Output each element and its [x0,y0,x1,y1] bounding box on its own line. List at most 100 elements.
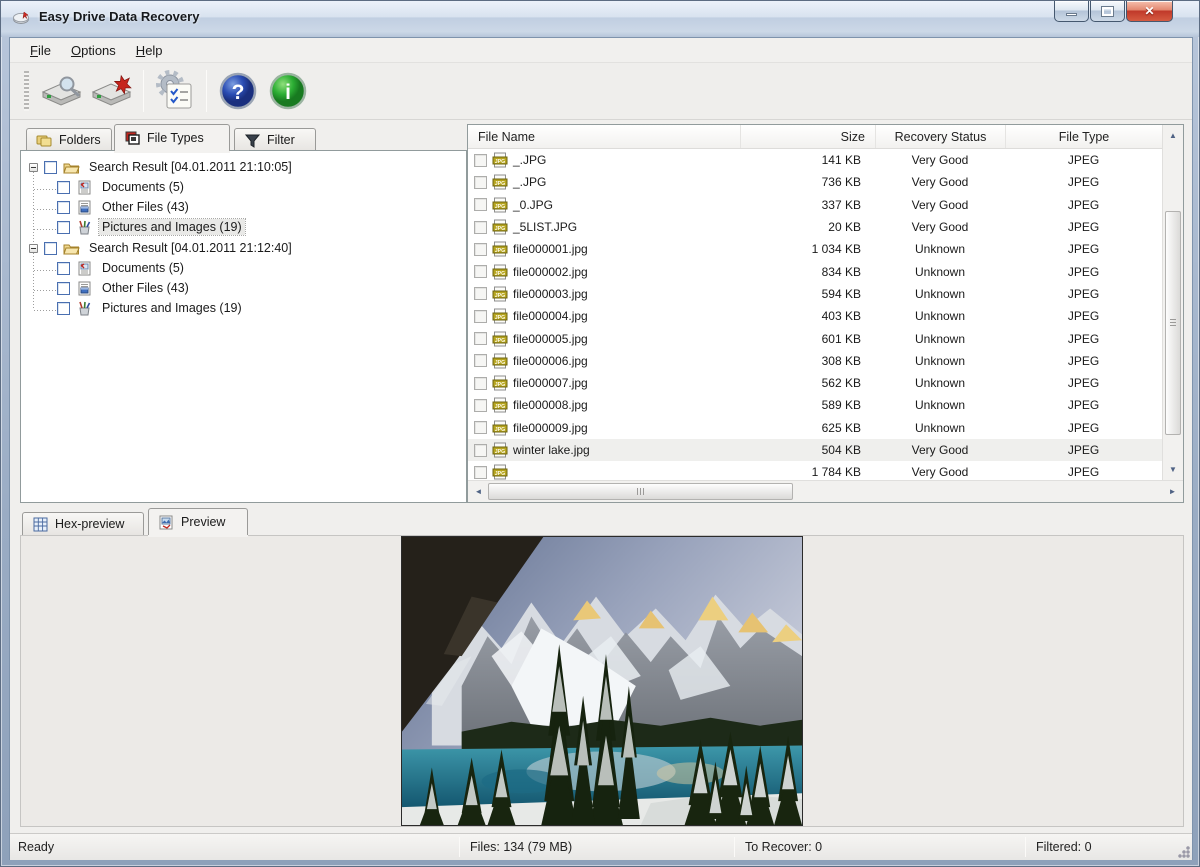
row-checkbox[interactable] [474,444,487,457]
table-row[interactable]: JPGfile000006.jpg308 KBUnknownJPEG [468,350,1162,372]
tab-hex-preview[interactable]: Hex-preview [22,512,144,535]
resize-grip[interactable] [1177,845,1190,858]
tree-connector [34,290,56,291]
row-checkbox[interactable] [474,377,487,390]
tree-node-pictures[interactable]: Pictures and Images (19) [57,298,245,318]
tree-checkbox[interactable] [44,161,57,174]
tree-checkbox[interactable] [57,181,70,194]
tree-node-search-result-1[interactable]: Search Result [04.01.2011 21:10:05] [29,157,295,177]
documents-icon [76,180,93,195]
scroll-up-icon[interactable]: ▲ [1163,127,1183,144]
tree-checkbox[interactable] [57,262,70,275]
column-header-file-name[interactable]: File Name [468,125,740,148]
minimize-button[interactable] [1054,1,1089,22]
file-list-rows: JPG_.JPG141 KBVery GoodJPEGJPG_.JPG736 K… [468,149,1162,480]
row-checkbox[interactable] [474,332,487,345]
recovery-settings-button[interactable] [150,67,200,115]
scroll-left-icon[interactable]: ◄ [470,481,487,502]
file-list-header: File Name Size Recovery Status File Type [468,125,1162,149]
table-row[interactable]: JPG_0.JPG337 KBVery GoodJPEG [468,194,1162,216]
file-size: 20 KB [740,220,875,234]
recover-files-button[interactable] [87,67,137,115]
file-type: JPEG [1005,265,1162,279]
row-checkbox[interactable] [474,354,487,367]
pictures-icon [76,301,93,316]
scroll-down-icon[interactable]: ▼ [1163,461,1183,478]
tree-checkbox[interactable] [57,302,70,315]
tree-checkbox[interactable] [57,282,70,295]
menu-options[interactable]: Options [61,40,126,61]
tree-node-documents[interactable]: Documents (5) [57,177,187,197]
table-row[interactable]: JPG_5LIST.JPG20 KBVery GoodJPEG [468,216,1162,238]
tab-file-types[interactable]: File Types [114,124,230,151]
table-row[interactable]: JPGfile000008.jpg589 KBUnknownJPEG [468,394,1162,416]
tree-checkbox[interactable] [57,221,70,234]
row-checkbox[interactable] [474,399,487,412]
tree-node-pictures[interactable]: Pictures and Images (19) [57,217,245,237]
tree-node-label: Other Files (43) [99,280,192,296]
tree-node-other-files[interactable]: Other Files (43) [57,197,192,217]
table-row[interactable]: JPGfile000004.jpg403 KBUnknownJPEG [468,305,1162,327]
table-row[interactable]: JPGwinter lake.jpg504 KBVery GoodJPEG [468,439,1162,461]
row-checkbox[interactable] [474,466,487,479]
row-checkbox[interactable] [474,421,487,434]
horizontal-scrollbar[interactable]: ◄ ► [468,480,1183,502]
scroll-right-icon[interactable]: ► [1164,481,1181,502]
scan-drive-button[interactable] [37,67,87,115]
table-row[interactable]: JPGfile000001.jpg1 034 KBUnknownJPEG [468,238,1162,260]
row-checkbox[interactable] [474,176,487,189]
close-button[interactable]: ✕ [1126,1,1173,22]
tree-checkbox[interactable] [44,242,57,255]
svg-text:JPG: JPG [495,360,505,366]
vertical-scrollbar[interactable]: ▲ ▼ [1162,125,1183,480]
row-checkbox[interactable] [474,154,487,167]
column-header-size[interactable]: Size [740,125,875,148]
recovery-status: Unknown [875,309,1005,323]
tree-node-other-files[interactable]: Other Files (43) [57,278,192,298]
recovery-status: Unknown [875,421,1005,435]
table-row[interactable]: JPGfile000009.jpg625 KBUnknownJPEG [468,417,1162,439]
maximize-button[interactable] [1090,1,1125,22]
horizontal-scroll-thumb[interactable] [488,483,793,500]
tree-node-search-result-2[interactable]: Search Result [04.01.2011 21:12:40] [29,238,295,258]
tab-folders[interactable]: Folders [26,128,112,151]
tab-label: Folders [59,133,101,147]
file-name-cell: JPGwinter lake.jpg [468,442,740,458]
row-checkbox[interactable] [474,198,487,211]
menu-help[interactable]: Help [126,40,173,61]
column-header-recovery-status[interactable]: Recovery Status [875,125,1005,148]
pictures-icon [76,220,93,235]
row-checkbox[interactable] [474,243,487,256]
row-checkbox[interactable] [474,265,487,278]
svg-text:JPG: JPG [495,382,505,388]
table-row[interactable]: JPGfile000005.jpg601 KBUnknownJPEG [468,327,1162,349]
table-row-partial[interactable]: JPG1 784 KBVery GoodJPEG [468,461,1162,480]
row-checkbox[interactable] [474,310,487,323]
vertical-scroll-thumb[interactable] [1165,211,1181,435]
table-row[interactable]: JPGfile000003.jpg594 KBUnknownJPEG [468,283,1162,305]
help-button[interactable]: ? [213,67,263,115]
row-checkbox[interactable] [474,221,487,234]
tree-checkbox[interactable] [57,201,70,214]
menu-file[interactable]: File [20,40,61,61]
row-checkbox[interactable] [474,287,487,300]
title-bar[interactable]: Easy Drive Data Recovery ✕ [1,1,1199,37]
collapse-icon[interactable] [29,163,38,172]
column-header-file-type[interactable]: File Type [1005,125,1162,148]
open-folder-icon [63,160,80,175]
table-row[interactable]: JPG_.JPG141 KBVery GoodJPEG [468,149,1162,171]
toolbar-grip[interactable] [24,71,29,111]
recovery-status: Unknown [875,287,1005,301]
file-types-tree: Search Result [04.01.2011 21:10:05] Docu… [20,150,467,503]
table-row[interactable]: JPGfile000002.jpg834 KBUnknownJPEG [468,260,1162,282]
file-name: file000005.jpg [513,332,588,346]
tab-preview[interactable]: Preview [148,508,248,535]
table-row[interactable]: JPG_.JPG736 KBVery GoodJPEG [468,171,1162,193]
collapse-icon[interactable] [29,244,38,253]
file-name: file000001.jpg [513,242,588,256]
tree-node-documents[interactable]: Documents (5) [57,258,187,278]
about-button[interactable]: i [263,67,313,115]
tab-filter[interactable]: Filter [234,128,316,151]
table-row[interactable]: JPGfile000007.jpg562 KBUnknownJPEG [468,372,1162,394]
file-name-cell: JPG [468,464,740,480]
